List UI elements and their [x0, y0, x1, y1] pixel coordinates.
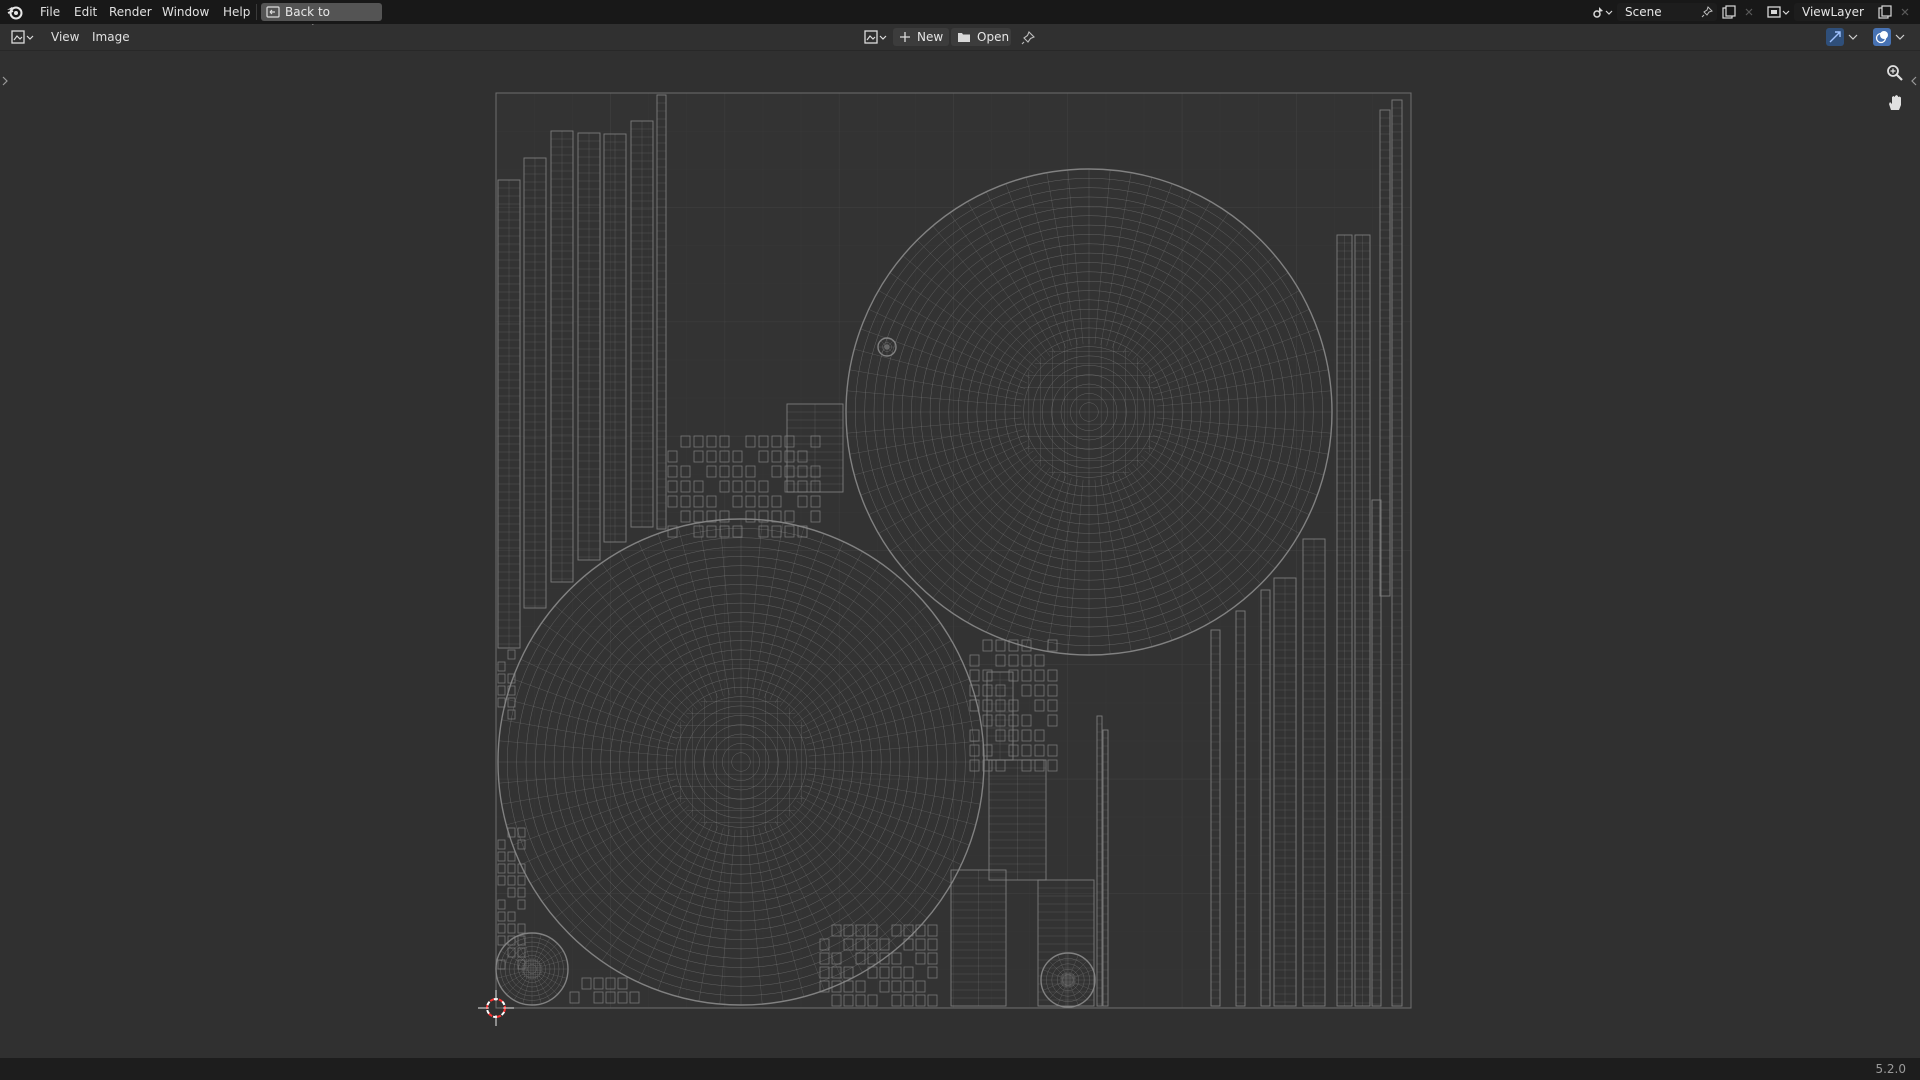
gizmo-dropdown-icon[interactable] [1848, 33, 1858, 41]
new-image-label: New [917, 30, 944, 44]
close-scene-icon[interactable] [1744, 7, 1754, 17]
back-to-previous-button[interactable]: Back to Previous [261, 3, 382, 37]
image-browse-icon[interactable] [864, 29, 890, 45]
uv-island-disc-large-bottom [497, 518, 985, 1006]
zoom-icon[interactable] [1886, 64, 1904, 82]
menu-window[interactable]: Window [156, 3, 215, 21]
sidebar-toggle-icon[interactable] [1910, 75, 1918, 87]
top-bar: File Edit Render Window Help Back to Pre… [0, 0, 1920, 37]
new-scene-icon[interactable] [1722, 5, 1736, 19]
uv-layout-canvas[interactable] [0, 51, 1920, 1058]
scene-name: Scene [1625, 5, 1662, 19]
image-editor-icon[interactable] [11, 30, 37, 45]
open-image-button[interactable]: Open [951, 28, 1011, 46]
pin-icon[interactable] [1021, 31, 1035, 45]
close-view-layer-icon[interactable] [1900, 7, 1910, 17]
new-image-button[interactable]: New [893, 28, 949, 46]
uv-island-round-cap [1040, 952, 1096, 1008]
uv-island-hole-top [877, 337, 897, 357]
folder-icon [958, 33, 970, 42]
blender-logo-icon[interactable] [6, 4, 23, 20]
pin-icon[interactable] [1701, 6, 1713, 18]
toolbar-toggle-icon[interactable] [1, 75, 9, 87]
open-image-label: Open [977, 30, 1010, 44]
overlay-toggle-button[interactable] [1873, 28, 1891, 46]
scene-name-field[interactable]: Scene [1617, 3, 1717, 21]
menu-divider [256, 4, 257, 20]
menu-render[interactable]: Render [103, 3, 158, 21]
gizmo-toggle-icon [1829, 31, 1841, 43]
menu-view[interactable]: View [45, 28, 85, 46]
uv-island-disc-large-top [845, 168, 1333, 656]
status-bar: 5.2.0 [0, 1058, 1920, 1080]
version-label: 5.2.0 [1875, 1062, 1906, 1076]
new-view-layer-icon[interactable] [1878, 5, 1892, 19]
back-to-previous-icon [266, 6, 280, 18]
menu-help[interactable]: Help [217, 3, 256, 21]
plus-icon [900, 32, 910, 42]
view-layer-icon[interactable] [1767, 4, 1791, 20]
view-layer-name: ViewLayer [1802, 5, 1864, 19]
overlay-dropdown-icon[interactable] [1895, 33, 1905, 41]
uv-editor-viewport[interactable] [0, 51, 1920, 1058]
image-editor-header: View Image New Open [0, 25, 1920, 51]
gizmo-toggle-button[interactable] [1826, 28, 1844, 46]
hand-pan-icon[interactable] [1886, 94, 1904, 112]
menu-edit[interactable]: Edit [68, 3, 103, 21]
scene-icon[interactable] [1591, 4, 1613, 20]
menu-image[interactable]: Image [86, 28, 136, 46]
overlay-icon [1875, 31, 1888, 44]
uv-island-disc-small [495, 932, 569, 1006]
menu-file[interactable]: File [34, 3, 66, 21]
view-layer-field[interactable]: ViewLayer [1794, 3, 1886, 21]
